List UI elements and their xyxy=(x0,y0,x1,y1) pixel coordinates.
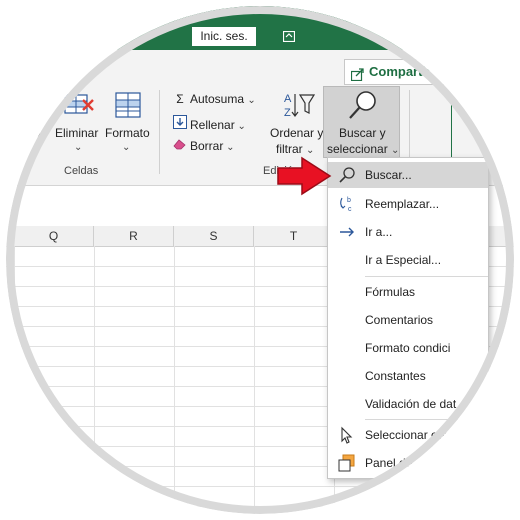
menu-item-data-validation[interactable]: Validación de dat xyxy=(328,391,488,417)
svg-text:Z: Z xyxy=(284,107,291,119)
menu-item-label: Constantes xyxy=(365,369,426,383)
fill-label: Rellenar xyxy=(190,118,235,132)
menu-item-label: Validación de dat xyxy=(365,397,457,411)
menu-item-label: Reemplazar... xyxy=(365,197,440,211)
grid-column-line xyxy=(94,246,95,514)
menu-item-comments[interactable]: Comentarios xyxy=(328,307,488,333)
fill-down-icon xyxy=(172,115,188,132)
sign-in-button[interactable]: Inic. ses. xyxy=(192,27,256,46)
column-header-t[interactable]: T xyxy=(254,226,334,246)
chevron-down-icon[interactable]: ⌄ xyxy=(122,142,130,153)
sort-filter-icon[interactable]: A Z xyxy=(282,91,316,119)
menu-item-label: Panel de xyxy=(365,456,413,470)
chevron-down-icon[interactable]: ⌄ xyxy=(74,142,82,153)
menu-item-label: Fórmulas xyxy=(365,285,416,299)
chevron-down-icon: ⌄ xyxy=(391,145,400,156)
sigma-icon: Σ xyxy=(176,92,184,106)
menu-item-label: Seleccionar obj xyxy=(365,428,448,442)
menu-item-label: Ir a Especial... xyxy=(365,253,442,267)
menu-item-selection-pane[interactable]: Panel de xyxy=(328,450,488,476)
clear-label: Borrar xyxy=(190,139,224,153)
replace-icon: bc xyxy=(338,195,356,213)
search-icon xyxy=(338,166,356,184)
clear-button[interactable]: Borrar ⌄ xyxy=(172,138,235,153)
group-label-celdas: Celdas xyxy=(64,165,99,177)
selection-pane-icon xyxy=(338,454,356,472)
screenshot-stage: Inic. ses. Compartir ar Eliminar ⌄ Forma… xyxy=(0,0,520,520)
menu-item-conditional-format[interactable]: Formato condici xyxy=(328,335,488,361)
group-divider xyxy=(159,90,160,174)
magnifier-circle: Inic. ses. Compartir ar Eliminar ⌄ Forma… xyxy=(6,6,514,514)
menu-item-label: Ir a... xyxy=(365,225,393,239)
chevron-down-icon: ⌄ xyxy=(247,95,256,106)
magnifier-icon xyxy=(347,89,379,121)
menu-item-formulas[interactable]: Fórmulas xyxy=(328,279,488,305)
insert-button-label[interactable]: ar xyxy=(34,126,45,140)
share-label: Compartir xyxy=(369,64,432,79)
svg-text:b: b xyxy=(347,197,351,204)
sort-filter-label: filtrar xyxy=(276,142,303,156)
delete-cells-button[interactable]: Eliminar xyxy=(55,126,98,140)
autosum-label: Autosuma xyxy=(190,92,245,106)
title-bar xyxy=(6,6,514,50)
delete-cells-icon[interactable] xyxy=(63,91,95,119)
autosum-button[interactable]: Σ Autosuma ⌄ xyxy=(172,92,256,106)
column-header-q[interactable]: Q xyxy=(14,226,94,246)
restore-window-icon[interactable] xyxy=(275,27,303,46)
arrow-right-icon xyxy=(338,223,356,241)
grid-column-line xyxy=(14,246,15,514)
menu-item-goto-special[interactable]: Ir a Especial... xyxy=(328,247,488,273)
share-button[interactable]: Compartir xyxy=(344,59,466,85)
grid-row-line xyxy=(6,506,514,507)
svg-text:A: A xyxy=(284,93,292,105)
menu-divider xyxy=(365,419,488,420)
menu-item-goto[interactable]: Ir a... xyxy=(328,219,488,245)
format-cells-button[interactable]: Formato xyxy=(105,126,150,140)
column-header-s[interactable]: S xyxy=(174,226,254,246)
find-select-label: seleccionar xyxy=(327,142,388,156)
sort-filter-label-line2[interactable]: filtrar ⌄ xyxy=(276,142,314,156)
chevron-down-icon: ⌄ xyxy=(234,121,246,132)
find-select-label-line1: Buscar y xyxy=(339,126,386,140)
fill-button[interactable]: Rellenar ⌄ xyxy=(172,115,246,132)
cursor-icon xyxy=(338,426,356,444)
grid-row-line xyxy=(6,486,514,487)
chevron-down-icon: ⌄ xyxy=(223,142,235,153)
menu-item-label: Comentarios xyxy=(365,313,434,327)
format-cells-icon[interactable] xyxy=(113,91,145,119)
find-select-label-line2: seleccionar ⌄ xyxy=(327,142,399,156)
eraser-icon xyxy=(172,138,188,153)
sort-filter-button[interactable]: Ordenar y xyxy=(270,126,323,140)
grid-column-line xyxy=(254,246,255,514)
menu-item-label: Buscar... xyxy=(365,168,412,182)
red-pointer-arrow xyxy=(276,156,332,196)
menu-item-replace[interactable]: bc Reemplazar... xyxy=(328,191,488,217)
menu-item-find[interactable]: Buscar... xyxy=(328,162,488,188)
grid-column-line xyxy=(174,246,175,514)
column-header-partial[interactable] xyxy=(6,226,14,246)
find-select-menu: Buscar... bc Reemplazar... Ir a... Ir a … xyxy=(327,157,489,479)
menu-divider xyxy=(365,276,488,277)
menu-item-select-objects[interactable]: Seleccionar obj xyxy=(328,422,488,448)
chevron-down-icon: ⌄ xyxy=(306,145,315,156)
svg-text:c: c xyxy=(348,206,352,213)
column-header-r[interactable]: R xyxy=(94,226,174,246)
menu-item-label: Formato condici xyxy=(365,341,451,355)
excel-window: Inic. ses. Compartir ar Eliminar ⌄ Forma… xyxy=(6,6,514,514)
menu-item-constants[interactable]: Constantes xyxy=(328,363,488,389)
